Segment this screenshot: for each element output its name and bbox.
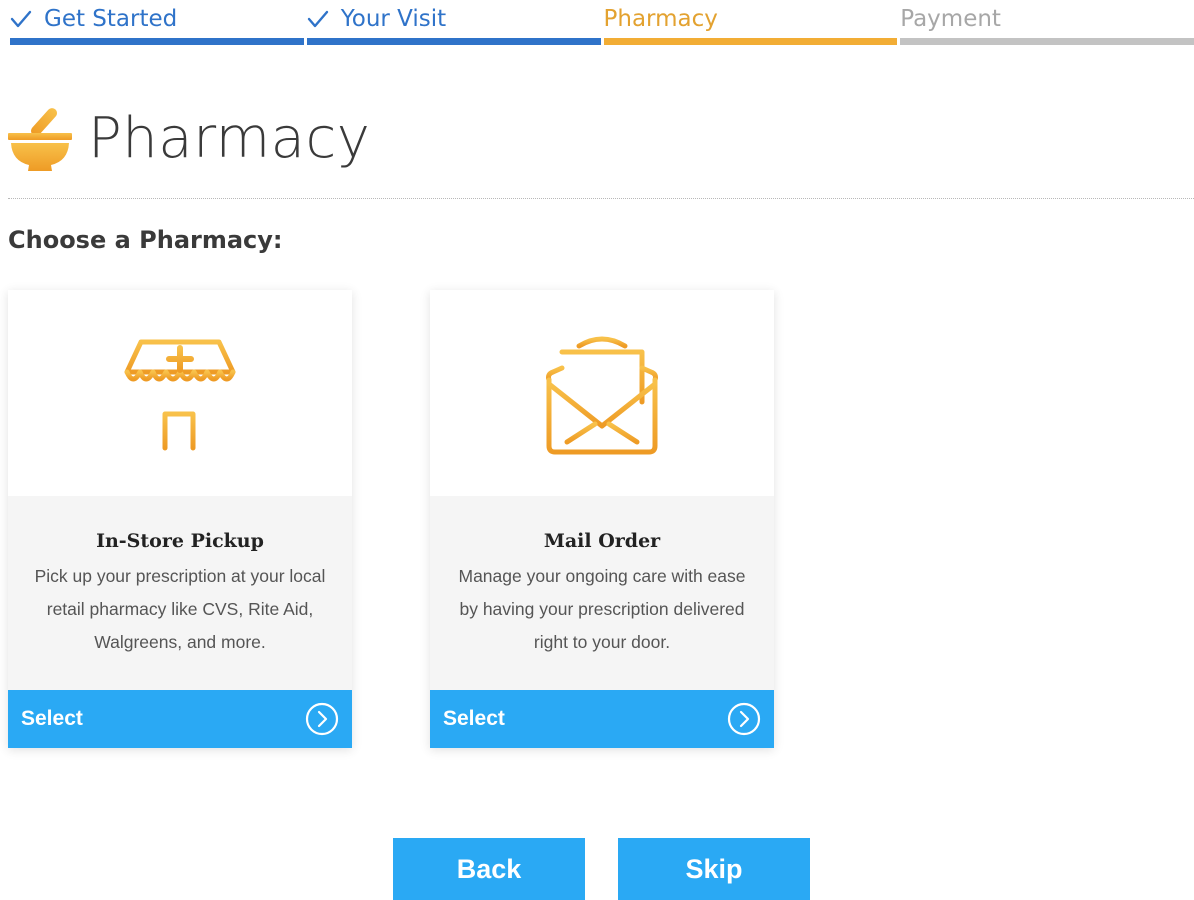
- step-your-visit[interactable]: Your Visit: [306, 0, 601, 46]
- step-label: Pharmacy: [603, 6, 718, 32]
- select-in-store-pickup-button[interactable]: Select: [8, 690, 352, 748]
- step-bar: [603, 38, 898, 45]
- skip-button[interactable]: Skip: [618, 838, 810, 900]
- page-header: Pharmacy: [8, 98, 370, 178]
- card-media: [430, 290, 774, 496]
- select-button-label: Select: [21, 707, 83, 730]
- card-description: Pick up your prescription at your local …: [34, 566, 326, 652]
- step-label: Payment: [900, 6, 1001, 32]
- step-bar: [10, 38, 304, 45]
- step-pharmacy: Pharmacy: [603, 0, 898, 46]
- chevron-right-circle-icon: [305, 702, 339, 736]
- card-title: Mail Order: [543, 530, 661, 552]
- step-label: Get Started: [44, 6, 178, 32]
- open-envelope-icon: [546, 336, 658, 455]
- step-get-started[interactable]: Get Started: [10, 0, 304, 46]
- step-bar: [306, 38, 601, 45]
- page-title: Pharmacy: [88, 105, 371, 171]
- section-title: Choose a Pharmacy:: [8, 226, 283, 254]
- card-in-store-pickup: In-Store Pickup Pick up your prescriptio…: [8, 290, 352, 748]
- select-button-label: Select: [443, 707, 505, 730]
- storefront-icon: [116, 339, 244, 453]
- card-media: [8, 290, 352, 496]
- chevron-right-circle-icon: [727, 702, 761, 736]
- step-bar: [900, 38, 1194, 45]
- select-mail-order-button[interactable]: Select: [430, 690, 774, 748]
- header-divider: [8, 198, 1194, 199]
- checkmark-icon: [10, 10, 32, 28]
- checkmark-icon: [307, 10, 328, 28]
- progress-steps: Get Started Your Visit Pharmacy Payment: [10, 0, 1194, 46]
- card-description: Manage your ongoing care with ease by ha…: [458, 566, 746, 652]
- mortar-pestle-icon: [8, 108, 72, 171]
- card-title: In-Store Pickup: [96, 530, 264, 552]
- step-payment: Payment: [900, 0, 1194, 46]
- card-mail-order: Mail Order Manage your ongoing care with…: [430, 290, 774, 748]
- step-label: Your Visit: [340, 6, 447, 32]
- back-button[interactable]: Back: [393, 838, 585, 900]
